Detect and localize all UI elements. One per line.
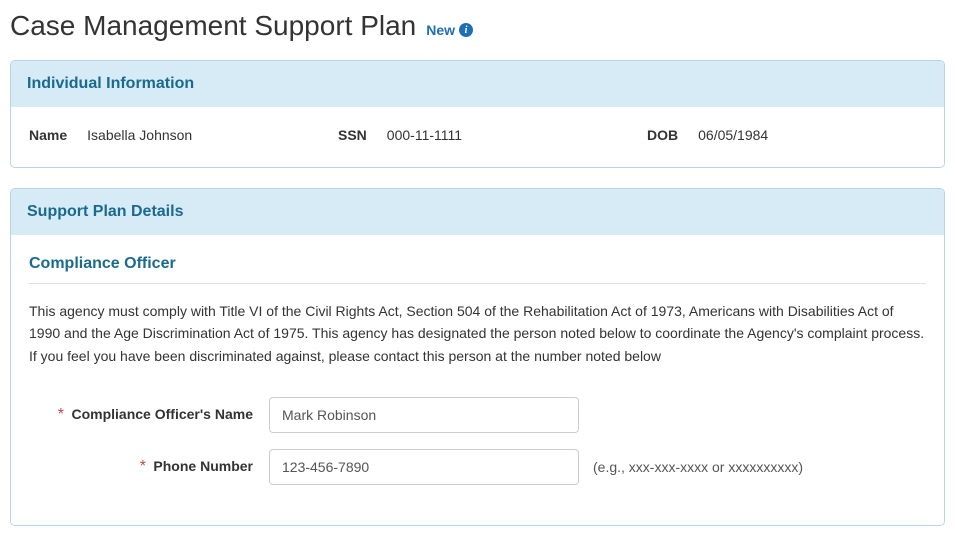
- required-star: *: [58, 406, 64, 423]
- dob-group: DOB 06/05/1984: [647, 127, 926, 143]
- phone-label-col: * Phone Number: [29, 458, 269, 476]
- dob-label: DOB: [647, 127, 678, 143]
- status-badge: New i: [426, 22, 473, 38]
- page-title: Case Management Support Plan: [10, 10, 416, 42]
- status-text: New: [426, 22, 455, 38]
- required-star: *: [140, 458, 146, 475]
- info-icon[interactable]: i: [459, 23, 473, 37]
- name-group: Name Isabella Johnson: [29, 127, 308, 143]
- support-plan-panel: Support Plan Details Compliance Officer …: [10, 188, 945, 526]
- phone-input-col: [269, 449, 579, 485]
- support-plan-header: Support Plan Details: [11, 189, 944, 235]
- compliance-officer-title: Compliance Officer: [29, 255, 926, 284]
- officer-name-label: Compliance Officer's Name: [71, 406, 253, 422]
- individual-info-row: Name Isabella Johnson SSN 000-11-1111 DO…: [29, 127, 926, 143]
- phone-hint: (e.g., xxx-xxx-xxxx or xxxxxxxxxx): [593, 459, 803, 475]
- ssn-value: 000-11-1111: [387, 127, 462, 143]
- page-header: Case Management Support Plan New i: [10, 10, 945, 42]
- ssn-label: SSN: [338, 127, 367, 143]
- dob-value: 06/05/1984: [698, 127, 768, 143]
- phone-input[interactable]: [269, 449, 579, 485]
- phone-row: * Phone Number (e.g., xxx-xxx-xxxx or xx…: [29, 449, 926, 485]
- officer-name-input-col: [269, 397, 579, 433]
- name-label: Name: [29, 127, 67, 143]
- officer-name-input[interactable]: [269, 397, 579, 433]
- compliance-text: This agency must comply with Title VI of…: [29, 300, 926, 367]
- name-value: Isabella Johnson: [87, 127, 192, 143]
- ssn-group: SSN 000-11-1111: [338, 127, 617, 143]
- officer-name-label-col: * Compliance Officer's Name: [29, 406, 269, 424]
- support-plan-body: Compliance Officer This agency must comp…: [11, 235, 944, 525]
- phone-label: Phone Number: [153, 458, 253, 474]
- individual-info-panel: Individual Information Name Isabella Joh…: [10, 60, 945, 168]
- officer-name-row: * Compliance Officer's Name: [29, 397, 926, 433]
- individual-info-header: Individual Information: [11, 61, 944, 107]
- individual-info-body: Name Isabella Johnson SSN 000-11-1111 DO…: [11, 107, 944, 167]
